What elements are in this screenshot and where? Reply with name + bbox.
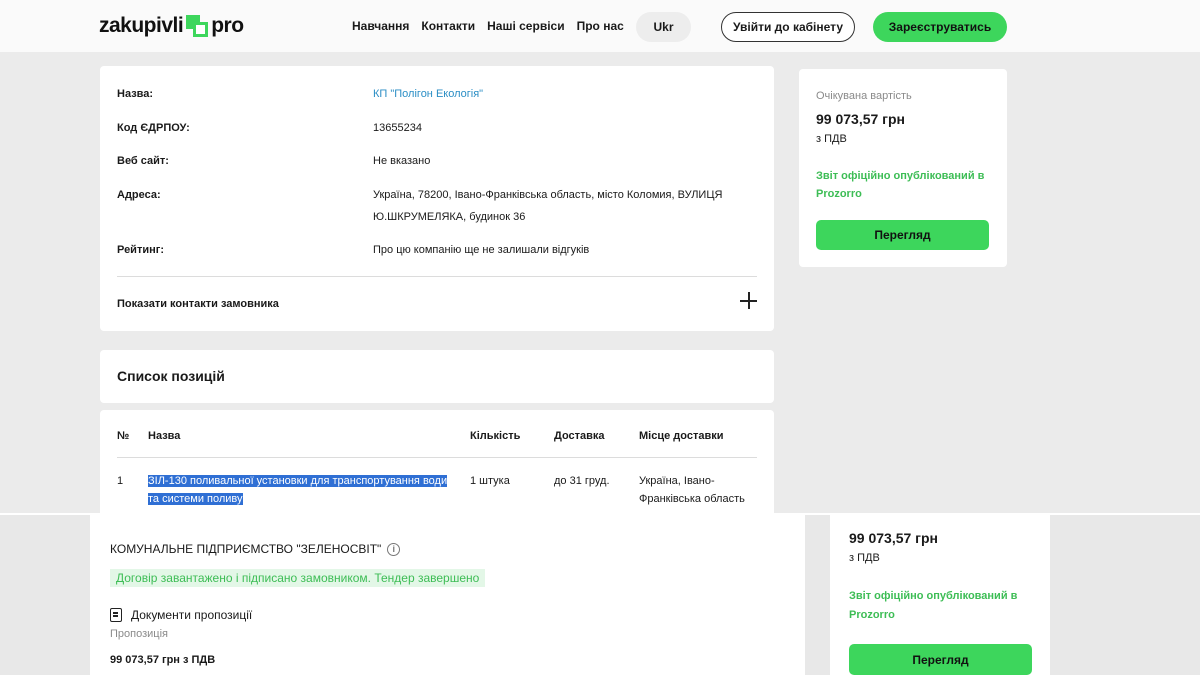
logo-text-left: zakupivli (99, 14, 184, 37)
proposal-label: Пропозиція (110, 628, 168, 640)
col-header-quantity: Кількість (470, 430, 521, 442)
item-name-selected-text[interactable]: ЗІЛ-130 поливальної установки для трансп… (148, 475, 448, 505)
expected-price: 99 073,57 грн (816, 111, 906, 127)
bottom-price: 99 073,57 грн (849, 530, 939, 546)
row-label: Адреса: (117, 189, 161, 201)
items-title-card: Список позицій (100, 350, 774, 403)
info-icon[interactable]: i (387, 542, 401, 556)
nav-item-learning[interactable]: Навчання (352, 19, 409, 33)
site-logo[interactable]: zakupivli pro (99, 12, 244, 40)
proposal-documents-label: Документи пропозиції (131, 608, 253, 622)
vat-note: з ПДВ (816, 133, 847, 145)
show-contacts-toggle[interactable]: Показати контакти замовника (117, 298, 279, 310)
col-header-place: Місце доставки (639, 430, 724, 442)
bottom-published-notice: Звіт офіційно опублікований в Prozorro (849, 590, 1018, 621)
customer-name-link[interactable]: КП "Полігон Екологія" (373, 83, 743, 105)
site-header: zakupivli pro Навчання Контакти Наші сер… (0, 0, 1200, 52)
status-badge: Договір завантажено і підписано замовник… (110, 569, 486, 587)
row-value: 13655234 (373, 122, 422, 134)
language-switch[interactable]: Ukr (636, 12, 691, 42)
item-number: 1 (117, 475, 124, 487)
bidder-company-name: КОМУНАЛЬНЕ ПІДПРИЄМСТВО "ЗЕЛЕНОСВІТ" (110, 542, 382, 556)
login-button[interactable]: Увійти до кабінету (721, 12, 855, 42)
col-header-name: Назва (148, 430, 181, 442)
proposal-value: 99 073,57 грн з ПДВ (110, 654, 216, 666)
items-title: Список позицій (117, 368, 225, 384)
row-value: Не вказано (373, 155, 431, 167)
item-delivery: до 31 груд. (554, 475, 610, 487)
row-label: Веб сайт: (117, 155, 169, 167)
nav-item-about[interactable]: Про нас (577, 19, 624, 33)
bid-section: КОМУНАЛЬНЕ ПІДПРИЄМСТВО "ЗЕЛЕНОСВІТ" i Д… (0, 515, 1200, 675)
row-label: Назва: (117, 88, 154, 100)
col-header-delivery: Доставка (554, 430, 605, 442)
document-icon (110, 608, 122, 622)
view-button[interactable]: Перегляд (816, 220, 989, 250)
proposal-documents-link[interactable]: Документи пропозиції (110, 608, 252, 622)
bottom-view-button[interactable]: Перегляд (849, 644, 1032, 675)
item-name: ЗІЛ-130 поливальної установки для трансп… (148, 472, 448, 508)
gutter-middle (805, 515, 830, 675)
plus-icon[interactable] (740, 292, 758, 310)
divider (117, 276, 757, 277)
register-button[interactable]: Зареєструватись (873, 12, 1007, 42)
logo-icon (186, 15, 209, 37)
row-label: Код ЄДРПОУ: (117, 122, 190, 134)
bidder-company: КОМУНАЛЬНЕ ПІДПРИЄМСТВО "ЗЕЛЕНОСВІТ" i (110, 542, 401, 556)
bottom-vat-note: з ПДВ (849, 552, 880, 564)
col-header-number: № (117, 430, 130, 442)
expected-value-card: Очікувана вартість 99 073,57 грн з ПДВ З… (799, 69, 1007, 267)
item-quantity: 1 штука (470, 475, 510, 487)
published-notice: Звіт офіційно опублікований в Prozorro (816, 170, 985, 200)
expected-value-label: Очікувана вартість (816, 90, 912, 102)
tender-page-top: zakupivli pro Навчання Контакти Наші сер… (0, 0, 1200, 513)
nav-item-contacts[interactable]: Контакти (421, 19, 475, 33)
gutter-left (0, 515, 90, 675)
row-value: Україна, 78200, Івано-Франківська област… (373, 189, 723, 223)
main-nav: Навчання Контакти Наші сервіси Про нас (352, 19, 624, 33)
items-table: № Назва Кількість Доставка Місце доставк… (100, 410, 774, 513)
logo-text-right: pro (211, 14, 244, 37)
gutter-right (1050, 515, 1200, 675)
row-label: Рейтинг: (117, 244, 164, 256)
customer-info-card: Назва: КП "Полігон Екологія" Код ЄДРПОУ:… (100, 66, 774, 331)
nav-item-services[interactable]: Наші сервіси (487, 19, 564, 33)
item-place: Україна, Івано-Франківська область (639, 475, 745, 505)
row-value: Про цю компанію ще не залишали відгуків (373, 244, 590, 256)
divider (117, 457, 757, 458)
